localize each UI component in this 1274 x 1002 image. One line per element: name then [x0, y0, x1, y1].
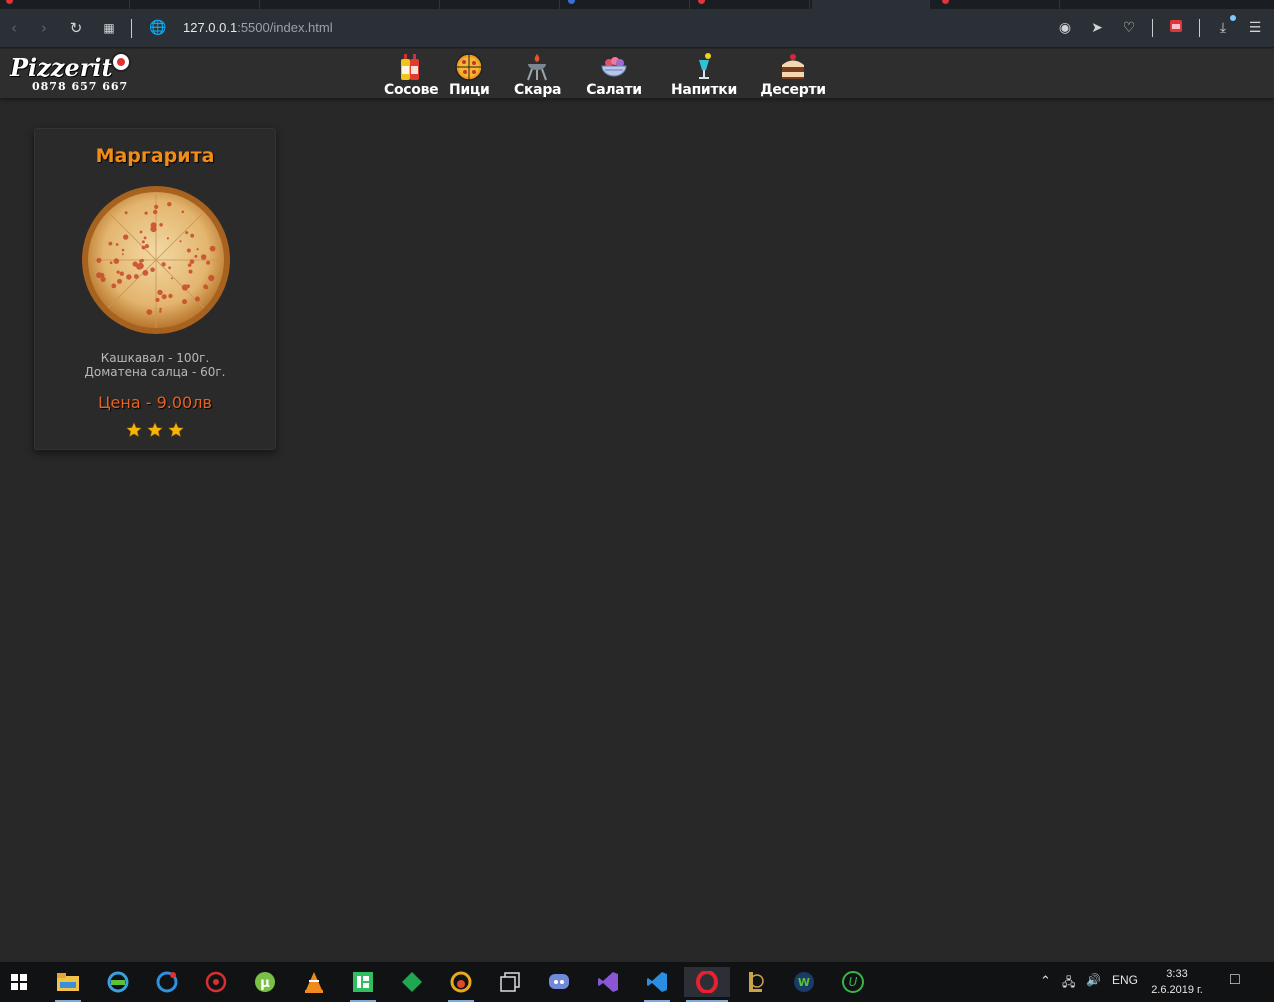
- clock-time: 3:33: [1166, 968, 1188, 980]
- pizza-icon: [455, 53, 483, 81]
- show-hidden-icons-icon[interactable]: ⌃: [1040, 973, 1051, 989]
- svg-text:µ: µ: [260, 976, 270, 991]
- app-icon[interactable]: [103, 967, 133, 997]
- camera-icon[interactable]: ◉: [1056, 19, 1074, 37]
- toolbar-divider: [1152, 19, 1153, 37]
- reload-icon[interactable]: ↻: [66, 18, 86, 38]
- clock-date: 2.6.2019 г.: [1151, 984, 1203, 996]
- menu-label: Пици: [449, 82, 490, 98]
- address-field[interactable]: 127.0.0.1:5500/index.html: [183, 20, 333, 35]
- menu-item-salads[interactable]: Салати: [585, 52, 643, 97]
- upwork-icon[interactable]: U: [838, 967, 868, 997]
- globe-icon[interactable]: 🌐: [148, 18, 168, 38]
- toolbar-divider: [131, 19, 132, 38]
- back-arrow-icon[interactable]: ‹: [4, 18, 24, 38]
- svg-text:U: U: [849, 975, 858, 989]
- pizza-image: [82, 186, 230, 334]
- app-icon[interactable]: [348, 967, 378, 1002]
- url-host: 127.0.0.1: [183, 20, 238, 35]
- volume-icon[interactable]: 🔊: [1086, 973, 1101, 987]
- browser-tab[interactable]: [930, 0, 1060, 9]
- main-menu: Сосове Пици Скара Салати Напитки Десерти: [0, 49, 1274, 98]
- browser-tab[interactable]: [260, 0, 440, 9]
- browser-tab[interactable]: [690, 0, 810, 9]
- opera-icon[interactable]: [684, 967, 730, 1002]
- rating-stars: [35, 421, 275, 439]
- browser-tab[interactable]: [440, 0, 560, 9]
- browser-tab-active[interactable]: [812, 0, 930, 9]
- task-view-icon[interactable]: [495, 967, 525, 997]
- action-center-icon[interactable]: □: [1230, 971, 1240, 989]
- menu-item-desserts[interactable]: Десерти: [760, 52, 826, 97]
- site-header: Pizzerit 0878 657 667 Сосове Пици Скара …: [0, 49, 1274, 98]
- toolbar-divider: [1199, 19, 1200, 37]
- product-card[interactable]: Маргарита Кашкавал - 100г. Доматена салц…: [34, 128, 276, 450]
- utorrent-icon[interactable]: µ: [250, 967, 280, 997]
- browser-tab[interactable]: [130, 0, 260, 9]
- browser-tab-strip: [0, 0, 1274, 9]
- windows-start-icon[interactable]: [4, 967, 34, 997]
- menu-label: Напитки: [671, 82, 737, 98]
- vlc-icon[interactable]: [299, 967, 329, 997]
- send-icon[interactable]: ➤: [1088, 19, 1106, 37]
- menu-label: Салати: [586, 82, 642, 98]
- windows-taskbar: µ W U ⌃ 🖧 🔊 ENG 3:33 2.6.2019 г. □: [0, 962, 1274, 1002]
- menu-label: Десерти: [760, 82, 826, 98]
- menu-label: Сосове: [384, 82, 439, 98]
- browser-tab[interactable]: [0, 0, 130, 9]
- discord-icon[interactable]: [544, 967, 574, 997]
- heart-icon[interactable]: ♡: [1120, 19, 1138, 37]
- app-icon[interactable]: [397, 967, 427, 997]
- input-language[interactable]: ENG: [1112, 973, 1138, 987]
- star-icon: [167, 421, 185, 438]
- sauce-bottles-icon: [401, 54, 419, 80]
- league-of-legends-icon[interactable]: [740, 967, 770, 997]
- ingredient-item: Кашкавал - 100г.: [100, 351, 210, 365]
- menu-item-drinks[interactable]: Напитки: [669, 52, 739, 97]
- menu-label: Скара: [514, 82, 562, 98]
- network-icon[interactable]: 🖧: [1062, 973, 1075, 994]
- forward-arrow-icon[interactable]: ›: [34, 18, 54, 38]
- grill-icon: [527, 54, 547, 81]
- system-tray: ⌃ 🖧 🔊 ENG 3:33 2.6.2019 г. □: [1034, 962, 1274, 1002]
- svg-text:W: W: [798, 976, 810, 989]
- extension-icon[interactable]: [1167, 19, 1185, 37]
- ccleaner-icon[interactable]: [152, 967, 182, 997]
- menu-item-grill[interactable]: Скара: [514, 52, 562, 98]
- app-icon[interactable]: W: [789, 967, 819, 997]
- product-price: Цена - 9.00лв: [98, 393, 212, 412]
- app-icon[interactable]: [201, 967, 231, 997]
- cocktail-icon: [699, 53, 711, 79]
- menu-item-pizzas[interactable]: Пици: [449, 52, 490, 98]
- vscode-icon[interactable]: [642, 967, 672, 1002]
- product-title: Маргарита: [95, 145, 215, 167]
- browser-tab[interactable]: [560, 0, 690, 9]
- speed-dial-icon[interactable]: ▦: [99, 18, 119, 38]
- ingredients-list: Кашкавал - 100г. Доматена салца - 60г.: [35, 351, 275, 379]
- star-icon: [125, 421, 143, 438]
- easy-setup-icon[interactable]: ☰: [1246, 19, 1264, 37]
- cake-icon: [782, 54, 804, 79]
- ingredient-item: Доматена салца - 60г.: [84, 365, 226, 379]
- visual-studio-icon[interactable]: [593, 967, 623, 997]
- menu-item-sauces[interactable]: Сосове: [384, 52, 439, 98]
- url-path: :5500/index.html: [237, 20, 333, 35]
- download-icon[interactable]: ⤓: [1214, 15, 1236, 37]
- system-clock[interactable]: 3:33 2.6.2019 г.: [1142, 966, 1212, 998]
- file-explorer-icon[interactable]: [53, 967, 83, 1002]
- salad-bowl-icon: [601, 57, 627, 77]
- browser-toolbar: ‹ › ↻ ▦ 🌐 127.0.0.1:5500/index.html ◉ ➤ …: [0, 9, 1274, 48]
- star-icon: [146, 421, 164, 438]
- app-icon[interactable]: [446, 967, 476, 1002]
